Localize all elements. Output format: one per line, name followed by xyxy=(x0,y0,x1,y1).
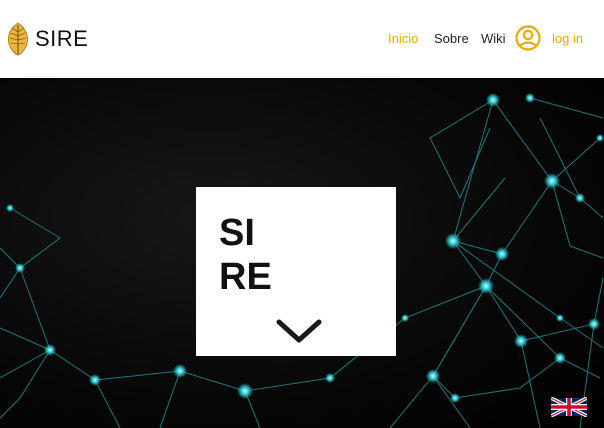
chevron-down-icon[interactable] xyxy=(276,318,322,346)
nav-sobre[interactable]: Sobre xyxy=(434,27,469,51)
nav-inicio[interactable]: Inicio xyxy=(388,27,418,51)
hero-title: SIRE xyxy=(219,212,272,298)
uk-flag-icon[interactable] xyxy=(551,397,587,417)
site-header: SIRE Inicio Sobre Wiki log in xyxy=(0,0,604,78)
hero-title-card: SIRE xyxy=(196,187,396,356)
user-circle-icon[interactable] xyxy=(515,25,541,51)
nav-wiki[interactable]: Wiki xyxy=(481,27,506,51)
feather-logo-icon xyxy=(8,22,28,56)
hero-section: SIRE xyxy=(0,78,604,428)
brand-name: SIRE xyxy=(35,26,89,51)
login-link[interactable]: log in xyxy=(552,27,583,51)
brand-home-link[interactable]: SIRE xyxy=(5,21,88,57)
